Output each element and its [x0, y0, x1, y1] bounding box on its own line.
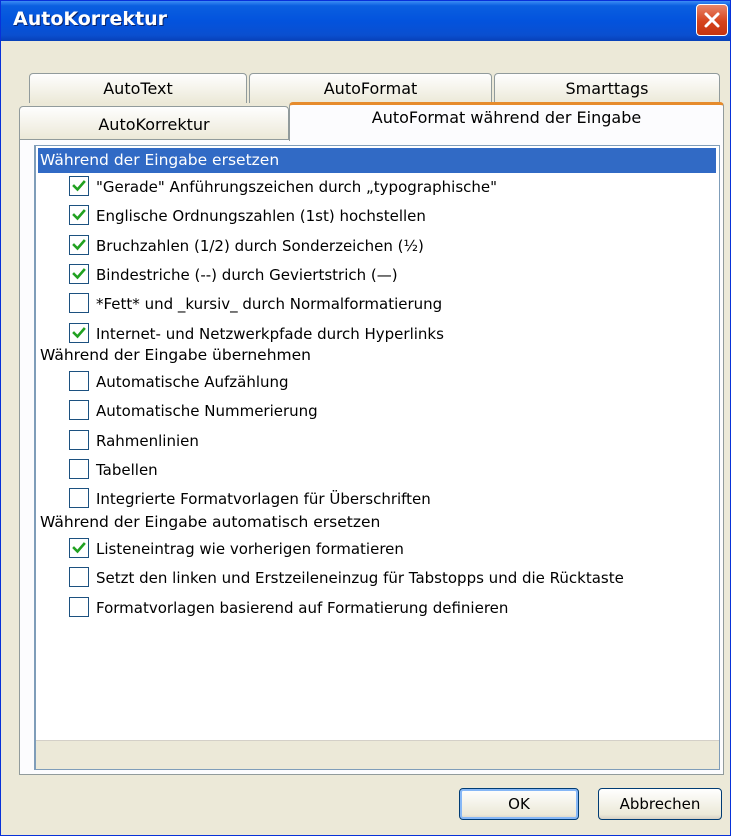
group-header[interactable]: Während der Eingabe automatisch ersetzen — [38, 510, 380, 535]
checkbox[interactable] — [69, 371, 89, 391]
checkmark-icon — [72, 209, 86, 221]
option-label: Internet- und Netzwerkpfade durch Hyperl… — [96, 325, 444, 343]
option-label: Rahmenlinien — [96, 432, 199, 450]
group-header[interactable]: Während der Eingabe ersetzen — [38, 148, 716, 173]
group-header[interactable]: Während der Eingabe übernehmen — [38, 343, 311, 368]
checkbox[interactable] — [69, 400, 89, 420]
option-row[interactable]: Bindestriche (--) durch Geviertstrich (—… — [36, 264, 716, 292]
option-label: Bruchzahlen (1/2) durch Sonderzeichen (½… — [96, 237, 424, 255]
option-row[interactable]: Listeneintrag wie vorherigen formatieren — [36, 538, 716, 566]
option-label: Setzt den linken und Erstzeileneinzug fü… — [96, 569, 624, 587]
option-row[interactable]: Formatvorlagen basierend auf Formatierun… — [36, 597, 716, 625]
tab-smarttags[interactable]: Smarttags — [494, 73, 720, 103]
option-label: Bindestriche (--) durch Geviertstrich (—… — [96, 266, 398, 284]
option-row[interactable]: Tabellen — [36, 459, 716, 487]
close-icon — [704, 12, 720, 28]
checkbox[interactable] — [69, 459, 89, 479]
tab-autokorrektur[interactable]: AutoKorrektur — [19, 106, 289, 139]
checkbox[interactable] — [69, 488, 89, 508]
option-row[interactable]: Bruchzahlen (1/2) durch Sonderzeichen (½… — [36, 235, 716, 263]
checkbox[interactable] — [69, 235, 89, 255]
option-label: "Gerade" Anführungszeichen durch „typogr… — [96, 178, 498, 196]
checkbox[interactable] — [69, 176, 89, 196]
checkbox[interactable] — [69, 264, 89, 284]
autokorrektur-dialog: AutoKorrektur AutoText AutoFormat Smartt… — [0, 0, 731, 836]
option-label: Automatische Aufzählung — [96, 373, 289, 391]
ok-button[interactable]: OK — [459, 788, 579, 820]
option-label: Formatvorlagen basierend auf Formatierun… — [96, 599, 509, 617]
option-row[interactable]: "Gerade" Anführungszeichen durch „typogr… — [36, 176, 716, 204]
option-label: Automatische Nummerierung — [96, 402, 318, 420]
checkmark-icon — [72, 327, 86, 339]
option-row[interactable]: Englische Ordnungszahlen (1st) hochstell… — [36, 205, 716, 233]
option-label: Integrierte Formatvorlagen für Überschri… — [96, 490, 431, 508]
tab-autoformat-waehrend-eingabe[interactable]: AutoFormat während der Eingabe — [289, 102, 724, 141]
option-row[interactable]: Setzt den linken und Erstzeileneinzug fü… — [36, 567, 716, 595]
checkbox[interactable] — [69, 323, 89, 343]
checkmark-icon — [72, 239, 86, 251]
close-button[interactable] — [696, 4, 728, 36]
option-label: Tabellen — [96, 461, 158, 479]
tab-autotext[interactable]: AutoText — [29, 73, 247, 103]
title-bar[interactable]: AutoKorrektur — [1, 1, 730, 41]
checkmark-icon — [72, 542, 86, 554]
checkbox[interactable] — [69, 597, 89, 617]
window-title: AutoKorrektur — [13, 8, 168, 30]
checkmark-icon — [72, 268, 86, 280]
checkbox[interactable] — [69, 567, 89, 587]
option-row[interactable]: *Fett* und _kursiv_ durch Normalformatie… — [36, 293, 716, 321]
option-row[interactable]: Automatische Aufzählung — [36, 371, 716, 399]
cancel-button[interactable]: Abbrechen — [598, 788, 722, 820]
options-list[interactable]: Während der Eingabe ersetzen "Gerade" Anf… — [34, 145, 720, 770]
list-footer-strip — [36, 740, 719, 769]
checkbox[interactable] — [69, 538, 89, 558]
checkmark-icon — [72, 180, 86, 192]
option-label: Englische Ordnungszahlen (1st) hochstell… — [96, 207, 426, 225]
option-label: *Fett* und _kursiv_ durch Normalformatie… — [96, 295, 443, 313]
tab-autoformat[interactable]: AutoFormat — [249, 73, 492, 103]
checkbox[interactable] — [69, 205, 89, 225]
checkbox[interactable] — [69, 430, 89, 450]
option-label: Listeneintrag wie vorherigen formatieren — [96, 540, 404, 558]
option-row[interactable]: Rahmenlinien — [36, 430, 716, 458]
option-row[interactable]: Automatische Nummerierung — [36, 400, 716, 428]
checkbox[interactable] — [69, 293, 89, 313]
